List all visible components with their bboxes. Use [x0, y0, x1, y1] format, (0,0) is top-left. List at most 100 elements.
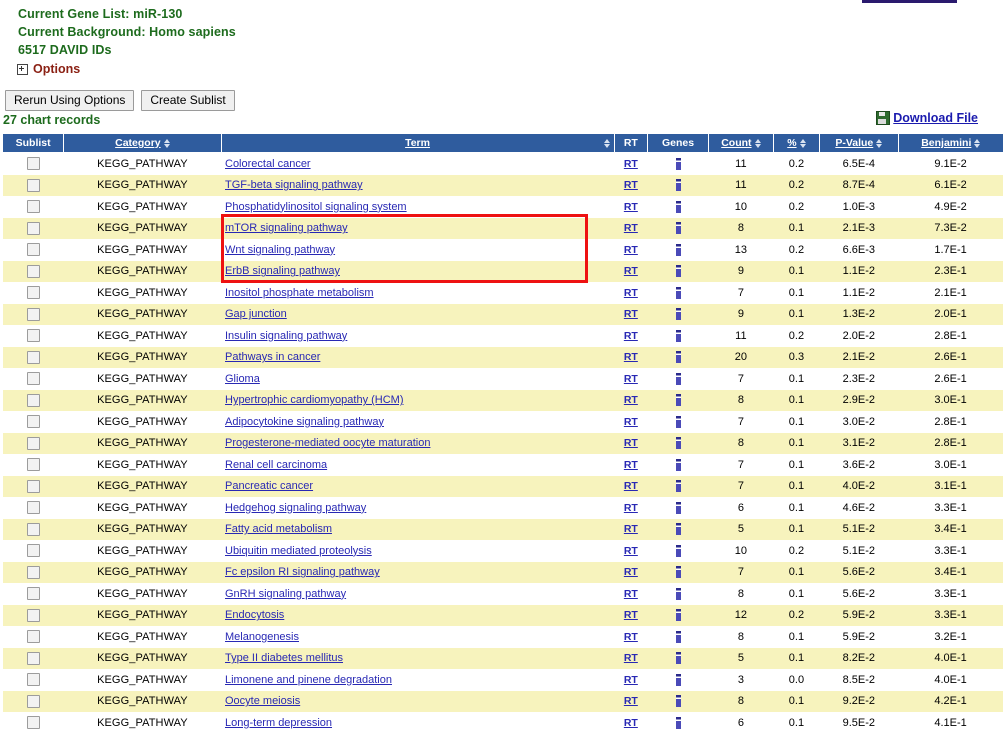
row-select-checkbox[interactable] — [26, 501, 40, 515]
gene-list-bar-icon[interactable] — [675, 652, 681, 665]
gene-list-bar-icon[interactable] — [675, 566, 681, 579]
column-header-category[interactable]: Category — [63, 134, 222, 153]
row-select-checkbox[interactable] — [26, 458, 40, 472]
rt-link[interactable]: RT — [624, 265, 638, 277]
term-link[interactable]: Hedgehog signaling pathway — [225, 502, 366, 514]
term-link[interactable]: Endocytosis — [225, 609, 284, 621]
rt-link[interactable]: RT — [624, 695, 638, 707]
row-select-checkbox[interactable] — [26, 565, 40, 579]
gene-list-bar-icon[interactable] — [675, 716, 681, 729]
gene-list-bar-icon[interactable] — [675, 157, 681, 170]
rt-link[interactable]: RT — [624, 652, 638, 664]
row-select-checkbox[interactable] — [26, 307, 40, 321]
term-link[interactable]: Type II diabetes mellitus — [225, 652, 343, 664]
rt-link[interactable]: RT — [624, 631, 638, 643]
column-header-count[interactable]: Count — [708, 134, 774, 153]
rt-link[interactable]: RT — [624, 480, 638, 492]
row-select-checkbox[interactable] — [26, 694, 40, 708]
gene-list-bar-icon[interactable] — [675, 265, 681, 278]
column-header-category-label[interactable]: Category — [115, 137, 161, 149]
rt-link[interactable]: RT — [624, 545, 638, 557]
term-link[interactable]: Oocyte meiosis — [225, 695, 300, 707]
rt-link[interactable]: RT — [624, 373, 638, 385]
gene-list-bar-icon[interactable] — [675, 222, 681, 235]
term-link[interactable]: ErbB signaling pathway — [225, 265, 340, 277]
term-link[interactable]: Hypertrophic cardiomyopathy (HCM) — [225, 394, 404, 406]
rt-link[interactable]: RT — [624, 244, 638, 256]
rt-link[interactable]: RT — [624, 201, 638, 213]
row-select-checkbox[interactable] — [26, 415, 40, 429]
rt-link[interactable]: RT — [624, 459, 638, 471]
download-file-control[interactable]: Download File — [876, 111, 978, 125]
rt-link[interactable]: RT — [624, 308, 638, 320]
term-link[interactable]: Pancreatic cancer — [225, 480, 313, 492]
column-header-count-label[interactable]: Count — [721, 137, 751, 149]
rt-link[interactable]: RT — [624, 158, 638, 170]
column-header-benjamini[interactable]: Benjamini — [898, 134, 1003, 153]
gene-list-bar-icon[interactable] — [675, 437, 681, 450]
term-link[interactable]: Fc epsilon RI signaling pathway — [225, 566, 380, 578]
row-select-checkbox[interactable] — [26, 200, 40, 214]
rt-link[interactable]: RT — [624, 330, 638, 342]
gene-list-bar-icon[interactable] — [675, 179, 681, 192]
gene-list-bar-icon[interactable] — [675, 544, 681, 557]
column-header-term[interactable]: Term — [221, 134, 615, 153]
gene-list-bar-icon[interactable] — [675, 329, 681, 342]
row-select-checkbox[interactable] — [26, 393, 40, 407]
column-header-term-label[interactable]: Term — [405, 137, 430, 149]
column-header-pvalue-label[interactable]: P-Value — [835, 137, 873, 149]
rt-link[interactable]: RT — [624, 287, 638, 299]
column-header-percent-label[interactable]: % — [787, 137, 796, 149]
rt-link[interactable]: RT — [624, 566, 638, 578]
row-select-checkbox[interactable] — [26, 157, 40, 171]
gene-list-bar-icon[interactable] — [675, 200, 681, 213]
term-link[interactable]: Wnt signaling pathway — [225, 244, 335, 256]
row-select-checkbox[interactable] — [26, 716, 40, 730]
row-select-checkbox[interactable] — [26, 264, 40, 278]
row-select-checkbox[interactable] — [26, 673, 40, 687]
gene-list-bar-icon[interactable] — [675, 243, 681, 256]
create-sublist-button[interactable]: Create Sublist — [141, 90, 235, 111]
term-link[interactable]: Ubiquitin mediated proteolysis — [225, 545, 372, 557]
term-link[interactable]: Gap junction — [225, 308, 287, 320]
sort-benjamini-icon[interactable] — [974, 138, 981, 148]
row-select-checkbox[interactable] — [26, 372, 40, 386]
cutoff-link-fragment[interactable] — [862, 0, 957, 3]
options-label[interactable]: Options — [33, 62, 80, 76]
row-select-checkbox[interactable] — [26, 479, 40, 493]
gene-list-bar-icon[interactable] — [675, 458, 681, 471]
term-link[interactable]: Adipocytokine signaling pathway — [225, 416, 384, 428]
rt-link[interactable]: RT — [624, 437, 638, 449]
gene-list-bar-icon[interactable] — [675, 673, 681, 686]
row-select-checkbox[interactable] — [26, 350, 40, 364]
term-link[interactable]: Progesterone-mediated oocyte maturation — [225, 437, 430, 449]
rt-link[interactable]: RT — [624, 179, 638, 191]
gene-list-bar-icon[interactable] — [675, 523, 681, 536]
gene-list-bar-icon[interactable] — [675, 480, 681, 493]
row-select-checkbox[interactable] — [26, 587, 40, 601]
expand-plus-icon[interactable] — [17, 63, 28, 75]
row-select-checkbox[interactable] — [26, 436, 40, 450]
row-select-checkbox[interactable] — [26, 544, 40, 558]
rt-link[interactable]: RT — [624, 394, 638, 406]
column-header-percent[interactable]: % — [773, 134, 820, 153]
sort-pvalue-icon[interactable] — [876, 138, 883, 148]
rt-link[interactable]: RT — [624, 416, 638, 428]
rt-link[interactable]: RT — [624, 717, 638, 729]
rerun-using-options-button[interactable]: Rerun Using Options — [5, 90, 135, 111]
sort-percent-icon[interactable] — [799, 138, 806, 148]
gene-list-bar-icon[interactable] — [675, 372, 681, 385]
rt-link[interactable]: RT — [624, 609, 638, 621]
term-link[interactable]: Melanogenesis — [225, 631, 299, 643]
term-link[interactable]: Colorectal cancer — [225, 158, 311, 170]
gene-list-bar-icon[interactable] — [675, 630, 681, 643]
term-link[interactable]: Inositol phosphate metabolism — [225, 287, 374, 299]
rt-link[interactable]: RT — [624, 351, 638, 363]
term-link[interactable]: Limonene and pinene degradation — [225, 674, 392, 686]
column-header-pvalue[interactable]: P-Value — [819, 134, 899, 153]
gene-list-bar-icon[interactable] — [675, 308, 681, 321]
sort-category-icon[interactable] — [163, 138, 170, 148]
row-select-checkbox[interactable] — [26, 178, 40, 192]
gene-list-bar-icon[interactable] — [675, 351, 681, 364]
rt-link[interactable]: RT — [624, 674, 638, 686]
